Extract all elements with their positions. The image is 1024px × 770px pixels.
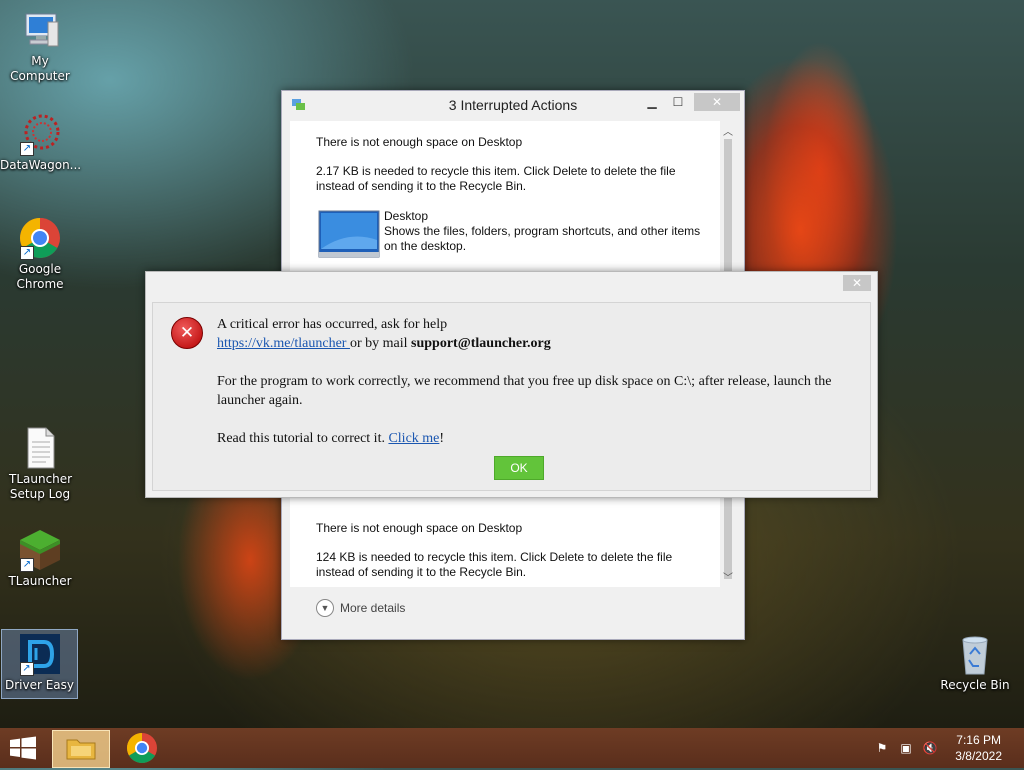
more-details-label: More details — [340, 601, 406, 615]
windows-logo-icon — [10, 736, 36, 760]
text-file-icon — [18, 426, 62, 470]
clock-time: 7:16 PM — [956, 733, 1001, 747]
folder-description: Shows the files, folders, program shortc… — [384, 224, 701, 253]
taskbar: ⚑ ▣ 🔇 7:16 PM 3/8/2022 — [0, 728, 1024, 768]
mail-prefix: or by mail — [349, 336, 412, 351]
conflict-message: 124 KB is needed to recycle this item. C… — [316, 550, 673, 579]
vk-link[interactable]: https://vk.me/tlauncher — [217, 336, 350, 351]
conflict-heading: There is not enough space on Desktop — [316, 521, 523, 535]
folder-name: Desktop — [384, 209, 429, 223]
desktop-icon-datawagon[interactable]: ↗ DataWagon... — [0, 112, 82, 173]
scroll-down-icon[interactable]: ﹀ — [723, 569, 733, 584]
chrome-icon: ↗ — [18, 216, 62, 260]
minecraft-block-icon: ↗ — [18, 528, 62, 572]
shortcut-arrow-icon: ↗ — [19, 662, 34, 676]
desktop-icon-my-computer[interactable]: My Computer — [0, 8, 80, 84]
close-button[interactable]: ✕ — [694, 93, 740, 111]
desktop-icon-google-chrome[interactable]: ↗ Google Chrome — [0, 216, 80, 292]
error-recommendation: For the program to work correctly, we re… — [217, 374, 832, 408]
desktop-icon-label: TLauncher Setup Log — [9, 472, 73, 501]
maximize-button[interactable]: ☐ — [668, 93, 688, 111]
desktop-icon-recycle-bin[interactable]: Recycle Bin — [935, 632, 1015, 693]
conflict-heading: There is not enough space on Desktop — [316, 135, 523, 149]
tutorial-line: Read this tutorial to correct it. Click … — [217, 429, 857, 448]
action-center-flag-icon[interactable]: ⚑ — [874, 740, 890, 756]
shortcut-arrow-icon: ↗ — [20, 246, 34, 260]
computer-icon — [18, 8, 62, 52]
desktop-icon-label: My Computer — [10, 54, 70, 83]
desktop-icon-label: Driver Easy — [4, 678, 75, 692]
chevron-down-icon: ▼ — [316, 599, 334, 617]
desktop-icon-tlauncher-setup-log[interactable]: TLauncher Setup Log — [0, 426, 80, 502]
desktop-icon-label: Google Chrome — [16, 262, 64, 291]
shortcut-arrow-icon: ↗ — [20, 142, 34, 156]
critical-error-dialog: ✕ ✕ A critical error has occurred, ask f… — [145, 271, 878, 498]
tutorial-suffix: ! — [439, 431, 445, 446]
error-heading: A critical error has occurred, ask for h… — [217, 317, 448, 332]
tutorial-link[interactable]: Click me — [388, 431, 439, 446]
support-email: support@tlauncher.org — [411, 336, 551, 351]
volume-muted-icon[interactable]: 🔇 — [922, 740, 938, 756]
datawagon-icon: ↗ — [18, 112, 62, 156]
folder-entry[interactable]: Desktop Shows the files, folders, progra… — [316, 209, 711, 261]
network-icon[interactable]: ▣ — [898, 740, 914, 756]
scroll-up-icon[interactable]: ︿ — [723, 123, 733, 138]
chrome-icon — [126, 733, 157, 764]
error-icon: ✕ — [171, 317, 203, 349]
shortcut-arrow-icon: ↗ — [20, 558, 34, 572]
tutorial-prefix: Read this tutorial to correct it. — [217, 431, 389, 446]
desktop-icon-driver-easy[interactable]: ↗ Driver Easy — [1, 629, 78, 699]
ok-button[interactable]: OK — [494, 456, 544, 480]
taskbar-file-explorer[interactable] — [52, 730, 110, 768]
clock-date: 3/8/2022 — [955, 749, 1002, 763]
close-button[interactable]: ✕ — [843, 275, 871, 291]
desktop-folder-icon — [318, 210, 380, 263]
error-message: A critical error has occurred, ask for h… — [217, 315, 857, 448]
conflict-item: There is not enough space on Desktop 124… — [316, 521, 711, 580]
desktop-icon-label: DataWagon... — [0, 158, 82, 172]
taskbar-google-chrome[interactable] — [114, 730, 170, 766]
more-details-toggle[interactable]: ▼ More details — [316, 599, 406, 617]
error-dialog-body: ✕ A critical error has occurred, ask for… — [152, 302, 871, 491]
recycle-bin-icon — [953, 632, 997, 676]
driver-easy-icon: ↗ — [18, 632, 62, 676]
desktop-icon-tlauncher[interactable]: ↗ TLauncher — [0, 528, 80, 589]
desktop-icon-label: Recycle Bin — [940, 678, 1010, 692]
conflict-item: There is not enough space on Desktop 2.1… — [316, 135, 711, 261]
contact-line: https://vk.me/tlauncher or by mail suppo… — [217, 334, 857, 353]
window-titlebar[interactable]: 3 Interrupted Actions ▁ ☐ ✕ — [282, 91, 744, 119]
folder-icon — [66, 739, 96, 760]
start-button[interactable] — [8, 736, 40, 760]
conflict-message: 2.17 KB is needed to recycle this item. … — [316, 164, 676, 193]
desktop-icon-label: TLauncher — [8, 574, 72, 588]
minimize-button[interactable]: ▁ — [642, 93, 662, 111]
system-clock[interactable]: 7:16 PM 3/8/2022 — [955, 732, 1002, 764]
